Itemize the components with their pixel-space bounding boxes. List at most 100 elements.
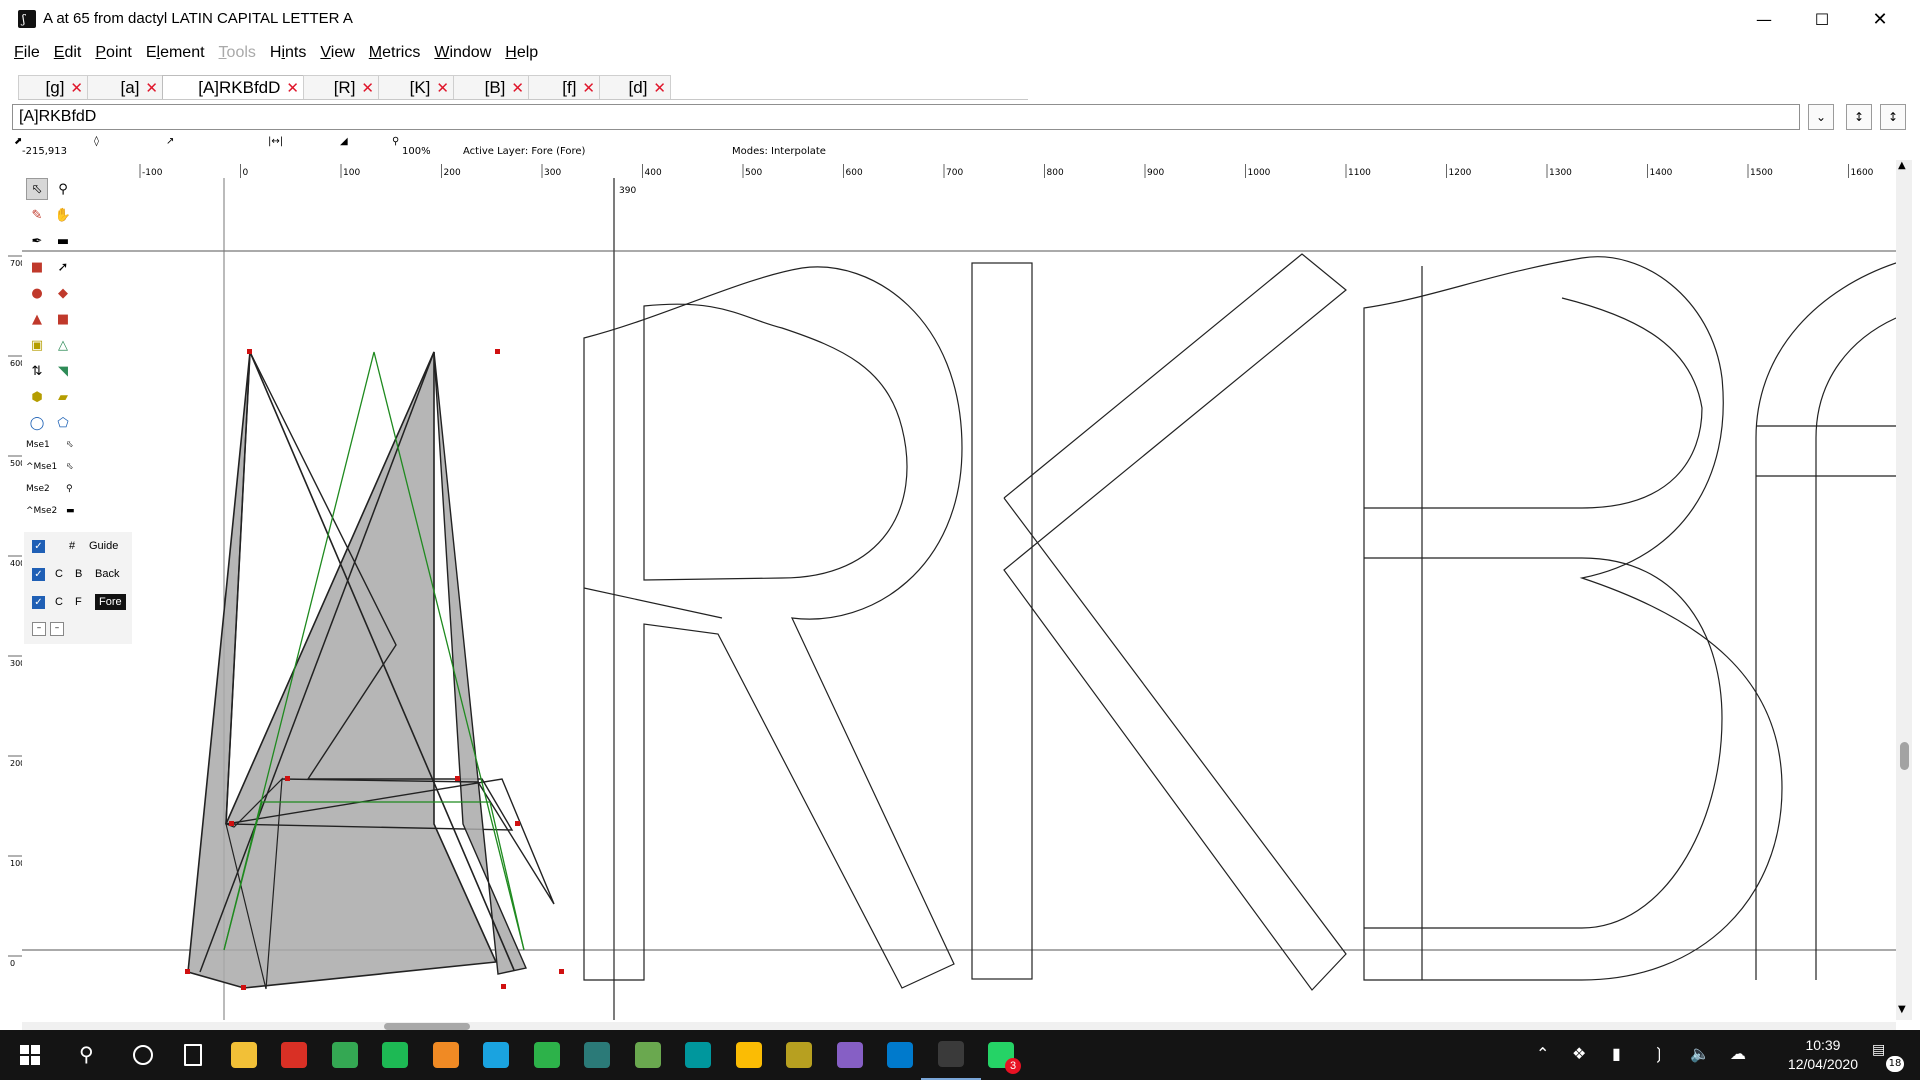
- tab-d[interactable]: [d] ✕: [599, 75, 671, 100]
- onedrive-icon[interactable]: ☁: [1730, 1044, 1746, 1063]
- wifi-icon[interactable]: ❳: [1652, 1044, 1665, 1063]
- volume-icon[interactable]: 🔈: [1690, 1044, 1710, 1063]
- close-icon[interactable]: ✕: [436, 79, 449, 97]
- close-icon[interactable]: ✕: [145, 79, 158, 97]
- close-icon[interactable]: ✕: [511, 79, 524, 97]
- menu-file[interactable]: File: [14, 44, 40, 62]
- tab-g[interactable]: [g] ✕: [18, 75, 88, 100]
- close-icon[interactable]: ✕: [361, 79, 374, 97]
- menu-hints[interactable]: Hints: [270, 44, 306, 62]
- notification-count: 18: [1886, 1056, 1904, 1072]
- glyph-f-outline: [1755, 262, 1896, 980]
- checkbox[interactable]: ✓: [32, 539, 45, 553]
- scale-tool-icon[interactable]: ▣: [26, 334, 48, 356]
- clock[interactable]: 10:39 12/04/2020: [1788, 1036, 1858, 1074]
- horizontal-scroll-thumb[interactable]: [384, 1023, 470, 1030]
- ctrl-mouse1-label: ^Mse1: [26, 462, 58, 472]
- ruler-label: 600: [10, 359, 22, 368]
- menu-point[interactable]: Point: [95, 44, 131, 62]
- pointer-tool-icon[interactable]: ⬁: [26, 178, 48, 200]
- curve-point-icon[interactable]: ●: [26, 282, 48, 304]
- layer-guide[interactable]: ✓ # Guide: [32, 534, 132, 558]
- tab-a[interactable]: [a] ✕: [87, 75, 163, 100]
- menu-help[interactable]: Help: [505, 44, 538, 62]
- polygon-tool-icon[interactable]: ⬠: [52, 412, 74, 434]
- hv-point-icon[interactable]: ■: [52, 308, 74, 330]
- ruler-label: 900: [1147, 168, 1164, 178]
- tab-b[interactable]: [B] ✕: [453, 75, 529, 100]
- menu-metrics[interactable]: Metrics: [369, 44, 421, 62]
- checkbox[interactable]: ✓: [32, 567, 45, 581]
- tab-r[interactable]: [R] ✕: [303, 75, 379, 100]
- remove-layer-button[interactable]: –: [50, 622, 64, 636]
- glyph-canvas[interactable]: 390: [22, 178, 1896, 1020]
- close-icon[interactable]: ✕: [286, 79, 299, 97]
- layer-back[interactable]: ✓ C B Back: [32, 562, 132, 586]
- corner-point-icon[interactable]: ◆: [52, 282, 74, 304]
- ruler-label: 0: [243, 168, 249, 178]
- glyph-b-outline: [1363, 256, 1783, 981]
- ruler-label: 200: [444, 168, 461, 178]
- pen-tool-icon[interactable]: ➚: [52, 256, 74, 278]
- close-icon[interactable]: ✕: [582, 79, 595, 97]
- tab-arkbfdd[interactable]: [A]RKBfdD ✕: [162, 75, 304, 100]
- ruler-label: 700: [10, 259, 22, 268]
- menu-window[interactable]: Window: [434, 44, 491, 62]
- ellipse-tool-icon[interactable]: ◯: [26, 412, 48, 434]
- maximize-icon[interactable]: ☐: [1793, 0, 1851, 38]
- glyph-k-outline: [1003, 253, 1347, 991]
- minimize-icon[interactable]: —: [1735, 0, 1793, 38]
- battery-icon[interactable]: ▮: [1612, 1044, 1621, 1063]
- menu-view[interactable]: View: [320, 44, 354, 62]
- skew-tool-icon[interactable]: ◥: [52, 360, 74, 382]
- ruler-label: 300: [544, 168, 561, 178]
- modes-readout: Modes: Interpolate: [732, 146, 826, 157]
- checkbox[interactable]: ✓: [32, 595, 45, 609]
- tangent-point-icon[interactable]: ▲: [26, 308, 48, 330]
- scroll-arrows-icon[interactable]: ↕: [1846, 104, 1872, 130]
- scroll-down-icon[interactable]: ▼: [1898, 1004, 1906, 1015]
- glyph-tabs: [g] ✕ [a] ✕ [A]RKBfdD ✕ [R] ✕ [K] ✕ [B] ✕ [f] ✕…: [18, 75, 671, 100]
- pencil-tool-icon[interactable]: ✎: [26, 204, 48, 226]
- dropbox-icon[interactable]: ❖: [1572, 1044, 1586, 1063]
- scroll-arrows-icon[interactable]: ↕: [1880, 104, 1906, 130]
- ruler-vertical: 700 600 500 400 300 200 100 0: [8, 178, 23, 1018]
- tab-k[interactable]: [K] ✕: [378, 75, 454, 100]
- layer-fore[interactable]: ✓ C F Fore: [32, 590, 132, 614]
- vertical-scroll-thumb[interactable]: [1900, 742, 1909, 770]
- ruler-label: 0: [10, 959, 15, 968]
- 3d-rotate-tool-icon[interactable]: ⬢: [26, 386, 48, 408]
- add-layer-button[interactable]: –: [32, 622, 46, 636]
- ruler-horizontal: -100 0 100 200 300 400 500 600 700 800 900 1000 1100…: [22, 164, 1896, 179]
- glyph-string-input[interactable]: [A]RKBfdD: [12, 104, 1800, 130]
- offset-icon: ↗: [166, 136, 175, 147]
- layer-name: Back: [95, 568, 120, 580]
- ruler-tool-icon[interactable]: ▬: [52, 230, 74, 252]
- knife-tool-icon[interactable]: ✒: [26, 230, 48, 252]
- whatsapp-icon[interactable]: 3: [971, 1030, 1031, 1080]
- magnify-tool-icon[interactable]: ⚲: [52, 178, 74, 200]
- flip-tool-icon[interactable]: ⇅: [26, 360, 48, 382]
- chevron-down-icon[interactable]: ⌄: [1808, 104, 1834, 130]
- ruler-label: 1000: [1248, 168, 1271, 178]
- ruler-label: 300: [10, 659, 22, 668]
- rotate-tool-icon[interactable]: △: [52, 334, 74, 356]
- ruler-label: 400: [10, 559, 22, 568]
- ruler-label: 700: [946, 168, 963, 178]
- menu-tools[interactable]: Tools: [219, 44, 256, 62]
- close-icon[interactable]: ✕: [70, 79, 83, 97]
- hand-tool-icon[interactable]: ✋: [52, 204, 74, 226]
- close-icon[interactable]: ✕: [1851, 0, 1909, 38]
- menu-edit[interactable]: Edit: [54, 44, 82, 62]
- vertical-scrollbar[interactable]: [1896, 160, 1912, 1020]
- hvcurve-tool-icon[interactable]: ■: [26, 256, 48, 278]
- menu-element[interactable]: Element: [146, 44, 205, 62]
- perspective-tool-icon[interactable]: ▰: [52, 386, 74, 408]
- ruler-label: -100: [142, 168, 163, 178]
- scroll-up-icon[interactable]: ▲: [1898, 160, 1906, 171]
- point-icon: ◊: [94, 136, 99, 147]
- tab-f[interactable]: [f] ✕: [528, 75, 600, 100]
- windows-start-icon[interactable]: [0, 1030, 60, 1080]
- close-icon[interactable]: ✕: [653, 79, 666, 97]
- chevron-up-icon[interactable]: ⌃: [1536, 1044, 1549, 1063]
